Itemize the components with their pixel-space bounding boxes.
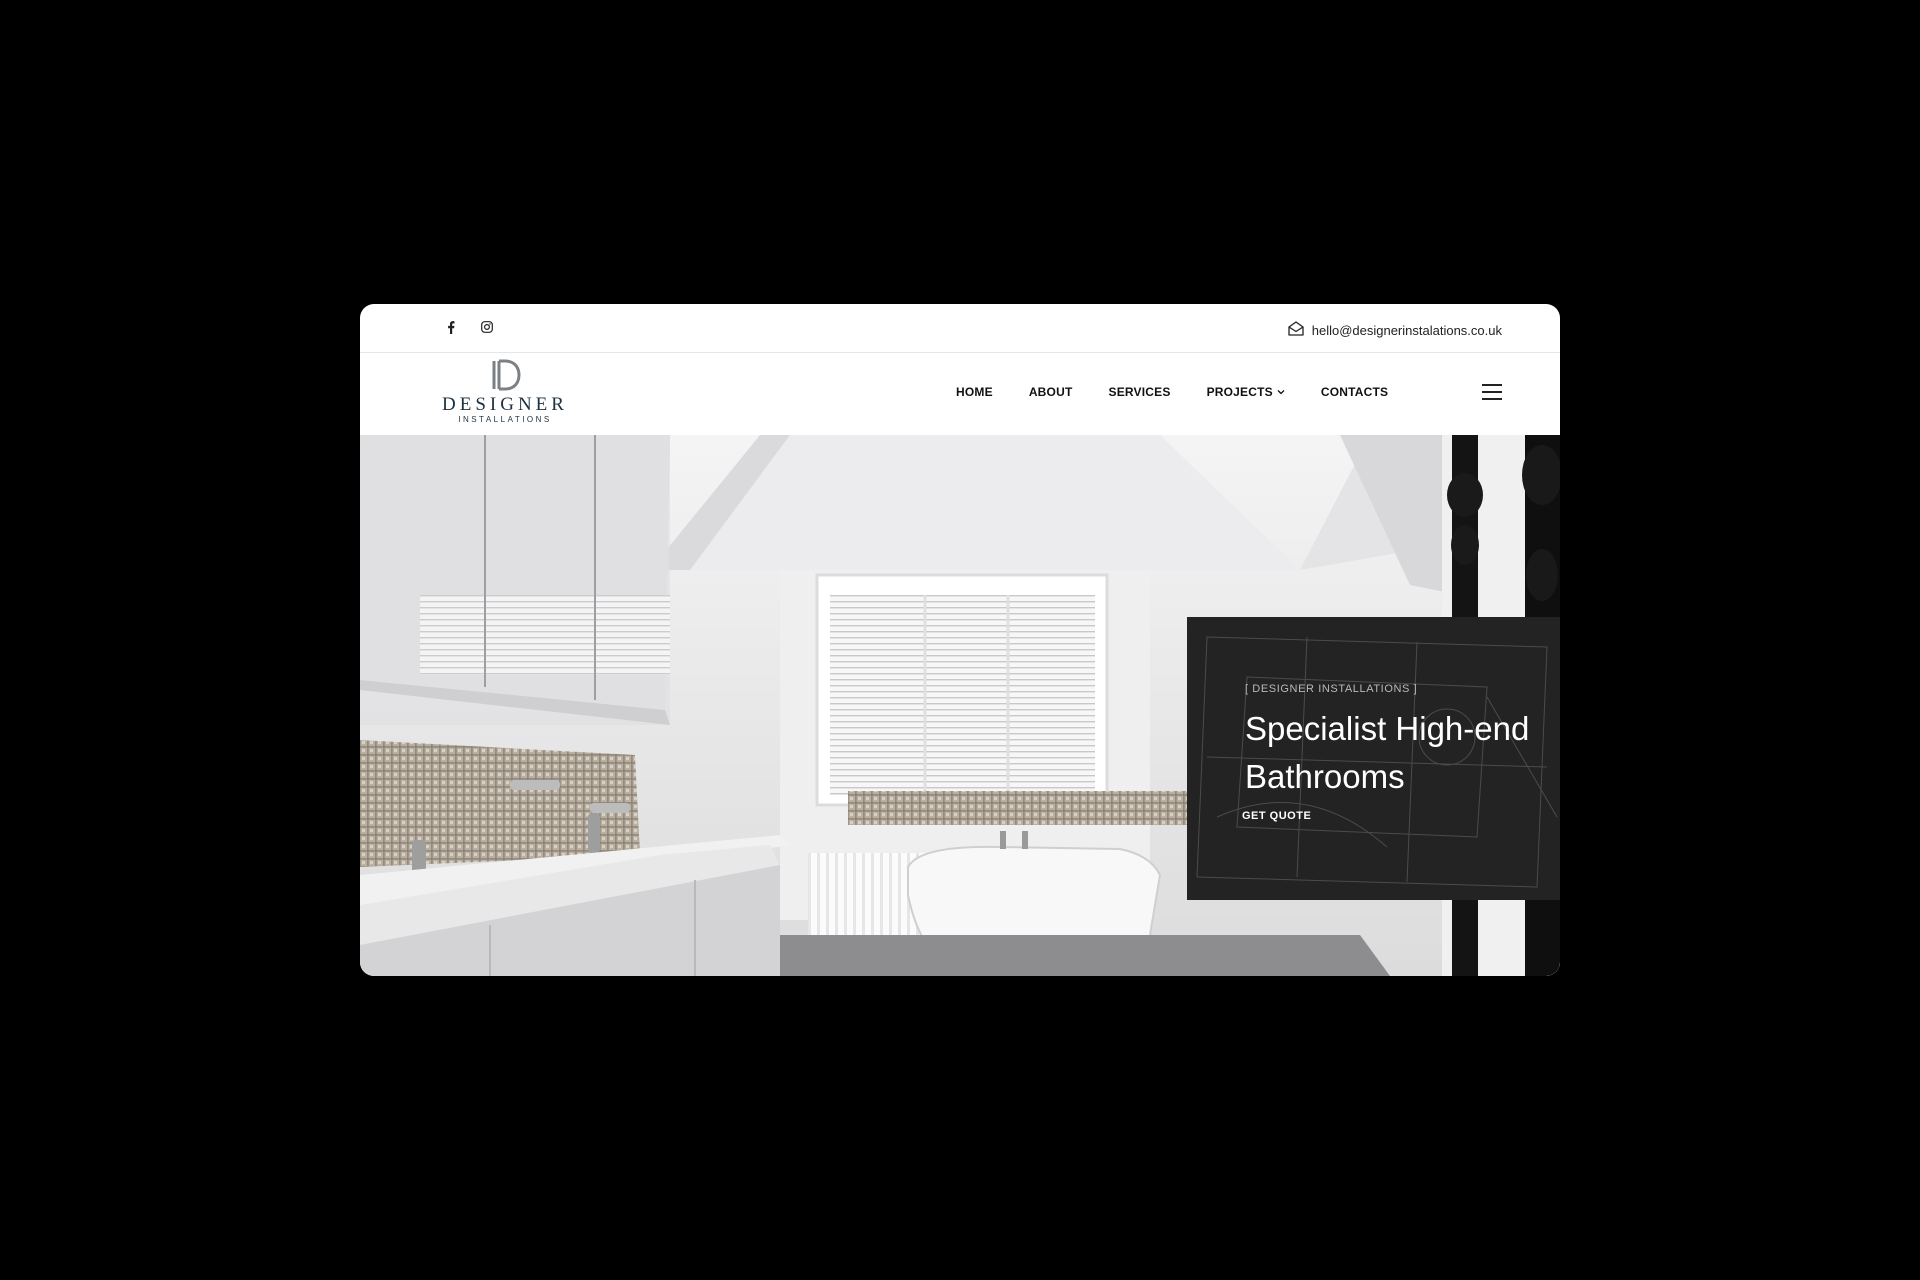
logo[interactable]: DESIGNER INSTALLATIONS — [440, 359, 570, 431]
hero-eyebrow: [ DESIGNER INSTALLATIONS ] — [1245, 683, 1418, 695]
nav-item-home[interactable]: HOME — [956, 385, 993, 399]
logo-mark-icon — [492, 359, 521, 391]
hero-card: [ DESIGNER INSTALLATIONS ] Specialist Hi… — [1187, 617, 1560, 900]
nav-item-projects[interactable]: PROJECTS — [1207, 385, 1285, 399]
site-header: DESIGNER INSTALLATIONS HOME ABOUT SERVIC… — [360, 353, 1560, 435]
browser-frame: hello@designerinstalations.co.uk DESIGNE… — [360, 304, 1560, 976]
social-links — [444, 320, 494, 334]
nav-item-about[interactable]: ABOUT — [1029, 385, 1073, 399]
chevron-down-icon — [1277, 390, 1285, 395]
email-text: hello@designerinstalations.co.uk — [1311, 322, 1502, 338]
hero-banner: [ DESIGNER INSTALLATIONS ] Specialist Hi… — [360, 435, 1560, 976]
nav-item-contacts[interactable]: CONTACTS — [1321, 385, 1388, 399]
main-nav: HOME ABOUT SERVICES PROJECTS CONTACTS — [956, 385, 1388, 399]
facebook-icon[interactable] — [444, 320, 458, 334]
top-bar: hello@designerinstalations.co.uk — [360, 304, 1560, 353]
email-link[interactable]: hello@designerinstalations.co.uk — [1288, 321, 1502, 339]
nav-item-services[interactable]: SERVICES — [1108, 385, 1170, 399]
hero-title: Specialist High-end Bathrooms — [1245, 710, 1530, 795]
menu-icon[interactable] — [1482, 382, 1502, 402]
logo-subtitle: INSTALLATIONS — [458, 415, 552, 424]
instagram-icon[interactable] — [480, 320, 494, 334]
logo-title: DESIGNER — [442, 394, 568, 415]
mail-icon — [1288, 321, 1304, 339]
get-quote-button[interactable]: GET QUOTE — [1235, 810, 1311, 827]
